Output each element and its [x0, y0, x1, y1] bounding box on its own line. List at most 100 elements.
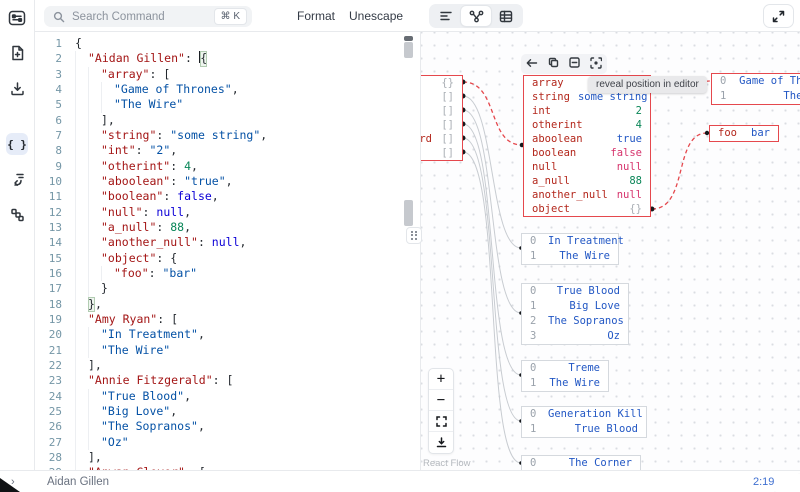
graph-controls: + − [428, 368, 454, 454]
node-row: nullnull [524, 160, 650, 174]
array-node-alice[interactable]: 0The Corner [521, 455, 641, 470]
zoom-out-button[interactable]: − [429, 390, 453, 411]
line-number: 13 [35, 220, 62, 235]
array-node-anwan-glover[interactable]: 0Treme1The Wire [521, 360, 609, 392]
line-number: 11 [35, 189, 62, 204]
editor-line[interactable]: 21"The Wire" [35, 343, 420, 358]
line-number: 14 [35, 235, 62, 250]
line-number: 23 [35, 373, 62, 388]
json-editor-tab[interactable]: { } [6, 133, 28, 155]
editor-line[interactable]: 6], [35, 113, 420, 128]
editor-line[interactable]: 13"a_null": 88, [35, 220, 420, 235]
array-node-alexander[interactable]: 0Generation Kill1True Blood [521, 406, 647, 438]
graph-icon [469, 10, 484, 23]
collapse-button[interactable] [569, 57, 580, 71]
editor-line[interactable]: 5"The Wire" [35, 97, 420, 112]
node-row: [] [420, 90, 462, 104]
array-node-amy-ryan[interactable]: 0In Treatment1The Wire [521, 233, 619, 265]
node-row: rd[] [420, 132, 462, 146]
fit-view-button[interactable] [429, 411, 453, 432]
editor-line[interactable]: 19"Amy Ryan": [ [35, 312, 420, 327]
editor-line[interactable]: 23"Annie Fitzgerald": [ [35, 373, 420, 388]
format-button[interactable]: Format [297, 0, 335, 32]
editor-line[interactable]: 11"boolean": false, [35, 189, 420, 204]
editor-line[interactable]: 17} [35, 281, 420, 296]
breadcrumb-chevron-icon[interactable]: › [11, 476, 15, 488]
new-file-button[interactable] [6, 42, 28, 64]
array-node[interactable]: 0Game of Thrones1The Wire [711, 73, 800, 105]
zoom-in-button[interactable]: + [429, 369, 453, 390]
download-image-icon [436, 437, 447, 448]
download-button[interactable] [6, 77, 28, 99]
line-number: 25 [35, 404, 62, 419]
line-number: 18 [35, 297, 62, 312]
editor-line[interactable]: 7"string": "some string", [35, 128, 420, 143]
editor-line[interactable]: 20"In Treatment", [35, 327, 420, 342]
panel-resize-handle[interactable] [406, 227, 422, 244]
editor-line[interactable]: 27"Oz" [35, 435, 420, 450]
hierarchy-button[interactable] [6, 203, 28, 225]
editor-line[interactable]: 8"int": "2", [35, 143, 420, 158]
unescape-button[interactable]: Unescape [349, 0, 403, 32]
editor-overview-decoration [404, 200, 413, 226]
line-number: 9 [35, 159, 62, 174]
node-value: bar [745, 126, 770, 141]
expand-icon [772, 10, 785, 23]
node-row: 0The Corner [522, 456, 640, 470]
editor-line[interactable]: 14"another_null": null, [35, 235, 420, 250]
editor-scrollbar-thumb[interactable] [404, 42, 413, 58]
editor-line[interactable]: 16"foo": "bar" [35, 266, 420, 281]
lines-icon [439, 10, 453, 22]
fit-view-icon [436, 416, 447, 427]
editor-line[interactable]: 25"Big Love", [35, 404, 420, 419]
line-number: 28 [35, 450, 62, 465]
fullscreen-button[interactable] [763, 4, 794, 28]
editor-line[interactable]: 10"aboolean": "true", [35, 174, 420, 189]
line-number: 24 [35, 389, 62, 404]
editor-line[interactable]: 1{ [35, 36, 420, 51]
editor-line[interactable]: 12"null": null, [35, 205, 420, 220]
line-number: 20 [35, 327, 62, 342]
search-placeholder: Search Command [72, 11, 207, 23]
line-number: 8 [35, 143, 62, 158]
graph-canvas[interactable]: {}[][][]rd[][] arraystringsome stringint… [420, 32, 800, 470]
focus-button[interactable] [590, 57, 602, 72]
editor-line[interactable]: 9"otherint": 4, [35, 159, 420, 174]
root-node[interactable]: {}[][][]rd[][] [420, 75, 463, 161]
logo-icon [6, 7, 28, 29]
table-view-button[interactable] [491, 6, 521, 26]
editor-line[interactable]: 3"array": [ [35, 67, 420, 82]
download-image-button[interactable] [429, 432, 453, 453]
transform-button[interactable] [6, 168, 28, 190]
line-number: 27 [35, 435, 62, 450]
editor-line[interactable]: 24"True Blood", [35, 389, 420, 404]
editor-line[interactable]: 4"Game of Thrones", [35, 82, 420, 97]
status-bar: › Aidan Gillen 2:19 [0, 470, 800, 492]
editor-line[interactable]: 26"The Sopranos", [35, 419, 420, 434]
editor-line[interactable]: 15"object": { [35, 251, 420, 266]
node-row: otherint4 [524, 118, 650, 132]
line-number: 3 [35, 67, 62, 82]
editor-line[interactable]: 22], [35, 358, 420, 373]
array-node-annie-fitzgerald[interactable]: 0True Blood1Big Love2The Sopranos3Oz [521, 283, 629, 345]
breadcrumb[interactable]: Aidan Gillen [47, 476, 109, 488]
node-row: 0Generation Kill [522, 407, 646, 422]
selected-object-node[interactable]: arraystringsome stringint2otherint4abool… [523, 75, 651, 217]
copy-button[interactable] [548, 57, 559, 71]
node-row: abooleantrue [524, 132, 650, 146]
top-bar: Search Command ⌘ K Format Unescape [35, 0, 800, 32]
graph-view-button[interactable] [461, 6, 491, 26]
line-number: 26 [35, 419, 62, 434]
node-row: {} [420, 76, 462, 90]
node-row: 0Game of Thrones [712, 74, 800, 89]
back-button[interactable] [526, 58, 538, 71]
node-row: booleanfalse [524, 146, 650, 160]
editor-line[interactable]: 18}, [35, 297, 420, 312]
editor-line[interactable]: 28], [35, 450, 420, 465]
code-editor[interactable]: 1{2"Aidan Gillen": {3"array": [4"Game of… [35, 32, 420, 470]
search-input[interactable]: Search Command ⌘ K [44, 6, 252, 27]
list-view-button[interactable] [431, 6, 461, 26]
editor-line[interactable]: 2"Aidan Gillen": { [35, 51, 420, 66]
object-foo-node[interactable]: foo bar [709, 125, 779, 142]
line-number: 22 [35, 358, 62, 373]
